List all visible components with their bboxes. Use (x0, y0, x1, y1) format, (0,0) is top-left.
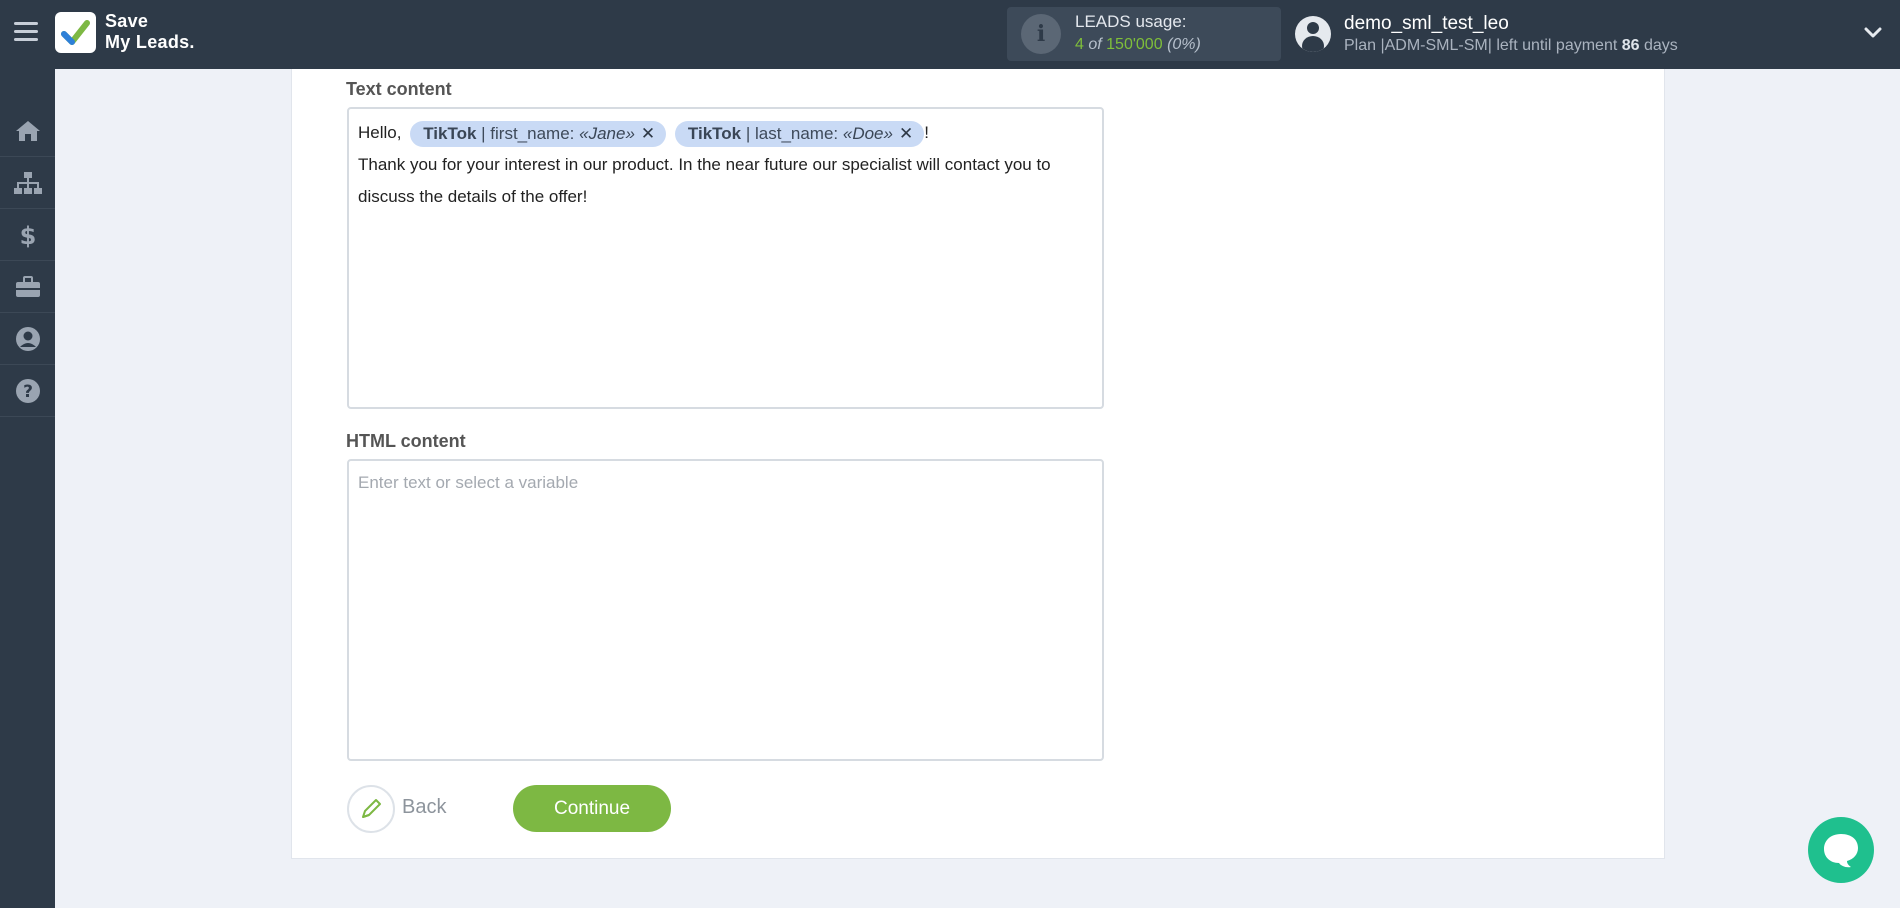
logo-line-1: Save (105, 11, 149, 31)
briefcase-icon (15, 276, 40, 297)
usage-percent: (0%) (1167, 36, 1201, 53)
text-content-label: Text content (346, 79, 452, 99)
plan-days: 86 (1621, 37, 1640, 54)
user-name[interactable]: demo_sml_test_leo (1344, 13, 1509, 35)
text-content-editor[interactable]: Hello, TikTok | first_name: «Jane» ✕ TikT… (347, 107, 1104, 409)
plan-suffix: days (1644, 37, 1678, 54)
avatar[interactable] (1295, 16, 1331, 52)
remove-chip-icon[interactable]: ✕ (641, 121, 655, 147)
sidebar-item-tools[interactable] (0, 262, 55, 313)
usage-total: 150'000 (1106, 36, 1163, 53)
continue-button[interactable]: Continue (513, 785, 671, 832)
chevron-down-icon[interactable] (1864, 24, 1882, 42)
pencil-icon (362, 799, 381, 818)
text-exclaim: ! (924, 123, 929, 142)
sitemap-icon (13, 172, 42, 194)
sidebar: $ ? (0, 69, 55, 908)
top-bar: Save My Leads. i LEADS usage: 4 of 150'0… (0, 0, 1900, 69)
logo-icon (55, 12, 96, 53)
leads-usage-panel: i LEADS usage: 4 of 150'000 (0%) (1007, 7, 1281, 61)
html-content-placeholder: Enter text or select a variable (358, 473, 579, 492)
html-content-label: HTML content (346, 431, 466, 451)
chip-value: «Doe» (842, 123, 893, 143)
sidebar-item-account[interactable] (0, 314, 55, 365)
home-icon (15, 121, 40, 141)
back-button[interactable] (347, 785, 395, 833)
usage-used: 4 (1075, 36, 1084, 53)
html-content-editor[interactable]: Enter text or select a variable (347, 459, 1104, 761)
user-icon (15, 327, 40, 351)
chat-button[interactable] (1808, 817, 1874, 883)
sidebar-item-connections[interactable] (0, 158, 55, 209)
usage-of: of (1088, 36, 1102, 53)
chip-source: TikTok (423, 123, 477, 143)
info-icon: i (1021, 14, 1061, 54)
logo-text: Save My Leads. (105, 11, 195, 53)
sidebar-item-home[interactable] (0, 106, 55, 157)
text-content-body: Hello, TikTok | first_name: «Jane» ✕ TikT… (358, 117, 1093, 213)
dollar-icon: $ (19, 222, 36, 248)
text-body: Thank you for your interest in our produ… (358, 155, 1051, 206)
sidebar-item-billing[interactable]: $ (0, 210, 55, 261)
chip-value: «Jane» (579, 123, 635, 143)
remove-chip-icon[interactable]: ✕ (899, 121, 913, 147)
svg-text:$: $ (19, 222, 36, 248)
usage-value: 4 of 150'000 (0%) (1075, 36, 1201, 54)
plan-info: Plan |ADM-SML-SM| left until payment 86 … (1344, 37, 1678, 55)
variable-chip-first-name[interactable]: TikTok | first_name: «Jane» ✕ (410, 120, 667, 147)
chip-field: | last_name: (745, 123, 839, 143)
logo-line-2: My Leads. (105, 32, 195, 52)
back-label[interactable]: Back (402, 796, 446, 819)
sidebar-item-help[interactable]: ? (0, 366, 55, 417)
chip-field: | first_name: (481, 123, 575, 143)
plan-prefix: Plan |ADM-SML-SM| left until payment (1344, 37, 1618, 54)
text-greeting: Hello, (358, 123, 402, 142)
svg-text:?: ? (23, 382, 33, 402)
help-icon: ? (15, 379, 40, 403)
variable-chip-last-name[interactable]: TikTok | last_name: «Doe» ✕ (674, 120, 925, 147)
menu-icon[interactable] (14, 22, 38, 42)
chat-icon (1824, 834, 1858, 868)
usage-label: LEADS usage: (1075, 12, 1187, 31)
chip-source: TikTok (687, 123, 742, 143)
